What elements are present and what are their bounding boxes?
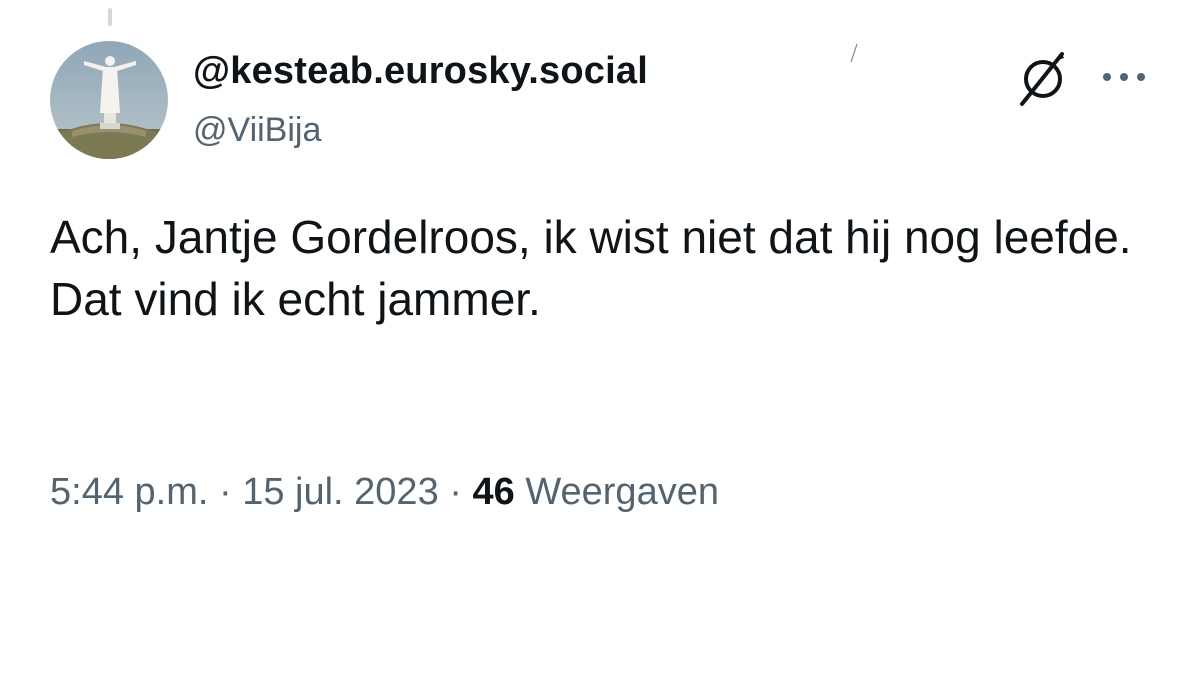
tweet-date[interactable]: 15 jul. 2023 [242,471,439,513]
tweet-line: Dat vind ik echt jammer. [50,273,541,325]
statue-avatar-image [50,41,168,159]
meta-separator: · [449,471,462,513]
avatar[interactable] [50,41,168,159]
meta-separator: · [218,471,232,513]
author-display-name[interactable]: @kesteab.eurosky.social [193,50,648,93]
views-count: 46 [472,471,515,513]
more-dots-icon[interactable] [1100,64,1148,90]
image-artifact-mark [850,43,858,63]
tweet-meta: 5:44 p.m. · 15 jul. 2023 · 46 Weergaven [50,471,719,514]
thread-connector-line [108,8,112,26]
views-label: Weergaven [525,471,719,513]
tweet-text: Ach, Jantje Gordelroos, ik wist niet dat… [50,206,1150,330]
tweet-line: Ach, Jantje Gordelroos, ik wist niet dat… [50,211,1132,263]
slashed-circle-icon[interactable] [1012,50,1072,108]
tweet-time[interactable]: 5:44 p.m. [50,471,208,513]
author-handle[interactable]: @ViiBija [193,111,321,150]
